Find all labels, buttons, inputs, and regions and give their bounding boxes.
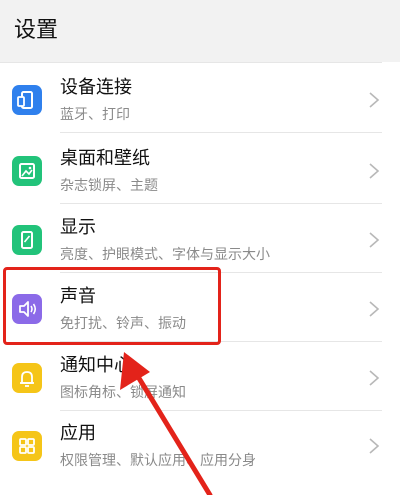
settings-item-apps[interactable]: 应用 权限管理、默认应用、应用分身 xyxy=(0,411,400,479)
chevron-right-icon xyxy=(369,438,380,454)
settings-item-display[interactable]: 显示 亮度、护眼模式、字体与显示大小 xyxy=(0,205,400,273)
item-subtitle: 权限管理、默认应用、应用分身 xyxy=(60,453,256,469)
item-subtitle: 杂志锁屏、主题 xyxy=(60,178,158,194)
item-title: 设备连接 xyxy=(60,77,132,98)
chevron-right-icon xyxy=(369,232,380,248)
apps-grid-icon xyxy=(12,431,42,461)
divider xyxy=(0,62,382,63)
divider xyxy=(60,203,382,204)
highlight-box xyxy=(3,267,221,345)
item-title: 通知中心 xyxy=(60,355,132,376)
item-subtitle: 图标角标、锁屏通知 xyxy=(60,385,186,401)
settings-item-notification-center[interactable]: 通知中心 图标角标、锁屏通知 xyxy=(0,343,400,411)
app-header: 设置 xyxy=(0,0,400,62)
item-title: 应用 xyxy=(60,423,96,444)
divider xyxy=(60,132,382,133)
settings-item-wallpaper[interactable]: 桌面和壁纸 杂志锁屏、主题 xyxy=(0,136,400,204)
chevron-right-icon xyxy=(369,92,380,108)
item-subtitle: 蓝牙、打印 xyxy=(60,107,130,123)
bell-icon xyxy=(12,363,42,393)
wallpaper-icon xyxy=(12,156,42,186)
device-link-icon xyxy=(12,85,42,115)
chevron-right-icon xyxy=(369,163,380,179)
item-title: 显示 xyxy=(60,217,96,238)
chevron-right-icon xyxy=(369,301,380,317)
display-icon xyxy=(12,225,42,255)
page-title: 设置 xyxy=(14,18,59,43)
item-subtitle: 亮度、护眼模式、字体与显示大小 xyxy=(60,247,270,263)
item-title: 桌面和壁纸 xyxy=(60,148,150,169)
settings-item-device-connection[interactable]: 设备连接 蓝牙、打印 xyxy=(0,65,400,133)
chevron-right-icon xyxy=(369,370,380,386)
